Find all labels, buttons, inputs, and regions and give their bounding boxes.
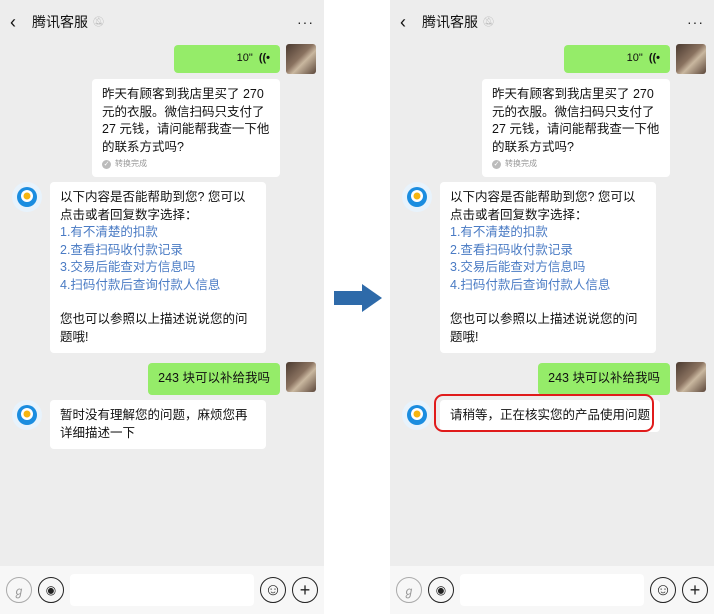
voice-transcript[interactable]: 昨天有顾客到我店里买了 270 元的衣服。微信扫码只支付了 27 元钱，请问能帮…	[92, 79, 280, 177]
mini-program-icon[interactable]: ℊ	[6, 577, 32, 603]
chat-area: 10" ((• 昨天有顾客到我店里买了 270 元的衣服。微信扫码只支付了 27…	[390, 44, 714, 566]
bot-avatar[interactable]	[402, 182, 432, 212]
bot-menu-message: 以下内容是否能帮助到您? 您可以点击或者回复数字选择： 1.有不清楚的扣款 2.…	[50, 182, 266, 353]
user-avatar[interactable]	[676, 362, 706, 392]
bot-avatar[interactable]	[12, 182, 42, 212]
mute-icon: 🔕︎	[92, 16, 105, 28]
menu-option-2[interactable]: 2.查看扫码收付款记录	[60, 242, 256, 260]
menu-option-3[interactable]: 3.交易后能查对方信息吗	[60, 259, 256, 277]
voice-input-icon[interactable]: ◉	[428, 577, 454, 603]
user-text-message[interactable]: 243 块可以补给我吗	[148, 363, 280, 395]
tencent-service-logo-icon	[407, 187, 427, 207]
emoji-icon[interactable]: ☺	[260, 577, 286, 603]
transcript-status: ✓ 转换完成	[492, 158, 660, 170]
menu-option-3[interactable]: 3.交易后能查对方信息吗	[450, 259, 646, 277]
user-text-message[interactable]: 243 块可以补给我吗	[538, 363, 670, 395]
bot-avatar[interactable]	[12, 400, 42, 430]
message-input[interactable]	[460, 574, 644, 606]
chat-title: 腾讯客服	[32, 14, 88, 30]
bot-menu-intro: 以下内容是否能帮助到您? 您可以点击或者回复数字选择：	[450, 190, 636, 222]
user-avatar[interactable]	[286, 44, 316, 74]
voice-wave-icon: ((•	[648, 52, 660, 65]
chevron-left-icon[interactable]: ‹	[400, 12, 418, 33]
input-bar: ℊ ◉ ☺ +	[0, 566, 324, 614]
message-input[interactable]	[70, 574, 254, 606]
chat-area: 10" ((• 昨天有顾客到我店里买了 270 元的衣服。微信扫码只支付了 27…	[0, 44, 324, 566]
emoji-icon[interactable]: ☺	[650, 577, 676, 603]
plus-icon[interactable]: +	[682, 577, 708, 603]
more-button[interactable]: ···	[687, 14, 704, 30]
bot-menu-intro: 以下内容是否能帮助到您? 您可以点击或者回复数字选择：	[60, 190, 246, 222]
bot-menu-message: 以下内容是否能帮助到您? 您可以点击或者回复数字选择： 1.有不清楚的扣款 2.…	[440, 182, 656, 353]
chat-screen-after: ‹ 腾讯客服 🔕︎ ··· 10" ((• 昨天有顾客到我店里买了 270 元的…	[390, 0, 714, 614]
transcript-text: 昨天有顾客到我店里买了 270 元的衣服。微信扫码只支付了 27 元钱，请问能帮…	[102, 87, 270, 154]
input-bar: ℊ ◉ ☺ +	[390, 566, 714, 614]
check-icon: ✓	[102, 159, 111, 169]
transcript-text: 昨天有顾客到我店里买了 270 元的衣服。微信扫码只支付了 27 元钱，请问能帮…	[492, 87, 660, 154]
voice-wave-icon: ((•	[258, 52, 270, 65]
user-avatar[interactable]	[676, 44, 706, 74]
transition-arrow	[334, 284, 382, 312]
transcript-status-label: 转换完成	[505, 159, 537, 168]
bot-menu-footer: 您也可以参照以上描述说说您的问题哦!	[60, 312, 248, 344]
nav-bar: ‹ 腾讯客服 🔕︎ ···	[0, 0, 324, 44]
bot-avatar[interactable]	[402, 400, 432, 430]
chat-screen-before: ‹ 腾讯客服 🔕︎ ··· 10" ((• 昨天有顾客到我店里买了 270 元的…	[0, 0, 324, 614]
mini-program-icon[interactable]: ℊ	[396, 577, 422, 603]
menu-option-1[interactable]: 1.有不清楚的扣款	[450, 224, 646, 242]
bot-reply-message: 暂时没有理解您的问题，麻烦您再详细描述一下	[50, 400, 266, 449]
voice-input-icon[interactable]: ◉	[38, 577, 64, 603]
tencent-service-logo-icon	[17, 187, 37, 207]
nav-bar: ‹ 腾讯客服 🔕︎ ···	[390, 0, 714, 44]
chevron-left-icon[interactable]: ‹	[10, 12, 28, 33]
voice-duration: 10"	[626, 52, 643, 65]
menu-option-2[interactable]: 2.查看扫码收付款记录	[450, 242, 646, 260]
menu-option-4[interactable]: 4.扫码付款后查询付款人信息	[60, 277, 256, 295]
menu-option-4[interactable]: 4.扫码付款后查询付款人信息	[450, 277, 646, 295]
voice-message[interactable]: 10" ((•	[564, 45, 670, 73]
voice-transcript[interactable]: 昨天有顾客到我店里买了 270 元的衣服。微信扫码只支付了 27 元钱，请问能帮…	[482, 79, 670, 177]
check-icon: ✓	[492, 159, 501, 169]
plus-icon[interactable]: +	[292, 577, 318, 603]
highlight-box	[434, 394, 654, 432]
voice-message[interactable]: 10" ((•	[174, 45, 280, 73]
user-avatar[interactable]	[286, 362, 316, 392]
transcript-status-label: 转换完成	[115, 159, 147, 168]
transcript-status: ✓ 转换完成	[102, 158, 270, 170]
tencent-service-logo-icon	[407, 405, 427, 425]
voice-duration: 10"	[236, 52, 253, 65]
bot-menu-footer: 您也可以参照以上描述说说您的问题哦!	[450, 312, 638, 344]
menu-option-1[interactable]: 1.有不清楚的扣款	[60, 224, 256, 242]
tencent-service-logo-icon	[17, 405, 37, 425]
chat-title: 腾讯客服	[422, 14, 478, 30]
more-button[interactable]: ···	[297, 14, 314, 30]
mute-icon: 🔕︎	[482, 16, 495, 28]
